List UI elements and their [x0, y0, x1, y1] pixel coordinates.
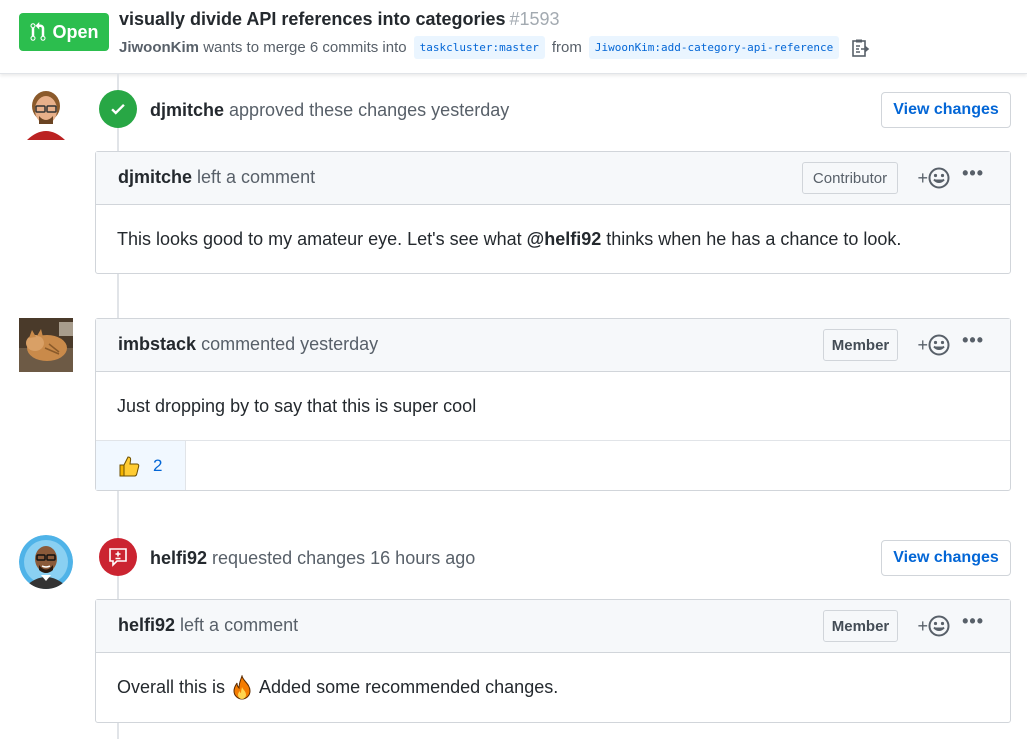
smiley-icon [928, 615, 950, 637]
comment-header: djmitche left a comment Contributor + ••… [96, 152, 1010, 205]
pr-title: visually divide API references into cate… [119, 9, 560, 30]
comment-text-b: thinks when he has a chance to look. [606, 228, 902, 249]
check-icon [111, 103, 125, 115]
comment-author[interactable]: helfi92 [118, 615, 175, 635]
avatar-djmitche[interactable] [19, 86, 73, 140]
git-pull-request-icon [30, 22, 46, 41]
review2-event: helfi92 requested changes 16 hours ago [150, 548, 475, 569]
pr-title-text: visually divide API references into cate… [119, 9, 506, 29]
comment-author-line: imbstack commented yesterday [118, 334, 378, 355]
review1-user[interactable]: djmitche [150, 100, 224, 120]
pr-state-label: Open [52, 21, 99, 42]
add-reaction-button[interactable]: + [917, 332, 950, 358]
kebab-icon[interactable]: ••• [962, 163, 984, 184]
comment-header: imbstack commented yesterday Member + ••… [96, 319, 1010, 372]
pr-header: Open visually divide API references into… [0, 0, 1027, 74]
smiley-icon [928, 334, 950, 356]
comment-action: left a comment [197, 167, 316, 187]
mention-link[interactable]: @helfi92 [527, 229, 602, 250]
comment-body: Overall this is Added some recommended c… [96, 653, 1010, 722]
comment-header: helfi92 left a comment Member + ••• [96, 600, 1010, 653]
pr-author-link[interactable]: JiwoonKim [119, 39, 199, 56]
pr-meta: JiwoonKim wants to merge 6 commits into … [119, 36, 870, 59]
merge-text: wants to merge 6 commits into [203, 39, 407, 56]
reaction-count: 2 [153, 455, 163, 475]
review2-user[interactable]: helfi92 [150, 548, 207, 568]
role-label: Contributor [802, 162, 898, 194]
comment-text: Just dropping by to say that this is sup… [117, 395, 477, 416]
role-label: Member [823, 329, 898, 361]
imbstack-comment: imbstack commented yesterday Member + ••… [95, 318, 1011, 491]
pr-state-badge: Open [19, 13, 109, 51]
comment-body: Just dropping by to say that this is sup… [96, 372, 1010, 440]
kebab-icon[interactable]: ••• [962, 611, 984, 632]
thumbs-up-reaction[interactable]: 2 [96, 441, 186, 490]
kebab-icon[interactable]: ••• [962, 330, 984, 351]
review1-event: djmitche approved these changes yesterda… [150, 100, 509, 121]
clipboard-icon[interactable] [850, 38, 870, 58]
review2-action: requested changes 16 hours ago [212, 548, 476, 568]
reactions-bar: 2 [96, 440, 1010, 490]
comment-author-line: helfi92 left a comment [118, 615, 298, 636]
role-label: Member [823, 610, 898, 642]
comment-action: commented yesterday [201, 334, 379, 354]
comment-text-a: Overall this is [117, 677, 226, 697]
review2-comment: helfi92 left a comment Member + ••• Over… [95, 599, 1011, 723]
view-changes-button[interactable]: View changes [881, 540, 1011, 576]
smiley-icon [928, 167, 950, 189]
review1-action: approved these changes yesterday [229, 100, 510, 120]
changes-requested-badge [99, 538, 137, 576]
base-branch[interactable]: taskcluster:master [413, 36, 545, 59]
comment-body: This looks good to my amateur eye. Let's… [96, 205, 1010, 273]
view-changes-button[interactable]: View changes [881, 92, 1011, 128]
comment-author-line: djmitche left a comment [118, 167, 315, 188]
head-branch[interactable]: JiwoonKim:add-category-api-reference [588, 36, 840, 59]
comment-author[interactable]: djmitche [118, 167, 192, 187]
comment-text-a: This looks good to my amateur eye. Let's… [117, 228, 522, 249]
comment-author[interactable]: imbstack [118, 334, 196, 354]
fire-icon [233, 674, 251, 699]
avatar-helfi92[interactable] [19, 535, 73, 589]
comment-action: left a comment [180, 615, 299, 635]
request-changes-icon [109, 548, 127, 567]
comment-text-b: Added some recommended changes. [259, 677, 559, 697]
avatar-imbstack[interactable] [19, 318, 73, 372]
add-reaction-button[interactable]: + [917, 613, 950, 639]
pr-number: #1593 [509, 9, 560, 29]
add-reaction-button[interactable]: + [917, 165, 950, 191]
approved-badge [99, 90, 137, 128]
review1-comment: djmitche left a comment Contributor + ••… [95, 151, 1011, 274]
from-text: from [551, 39, 582, 56]
thumbs-up-icon [119, 455, 140, 476]
